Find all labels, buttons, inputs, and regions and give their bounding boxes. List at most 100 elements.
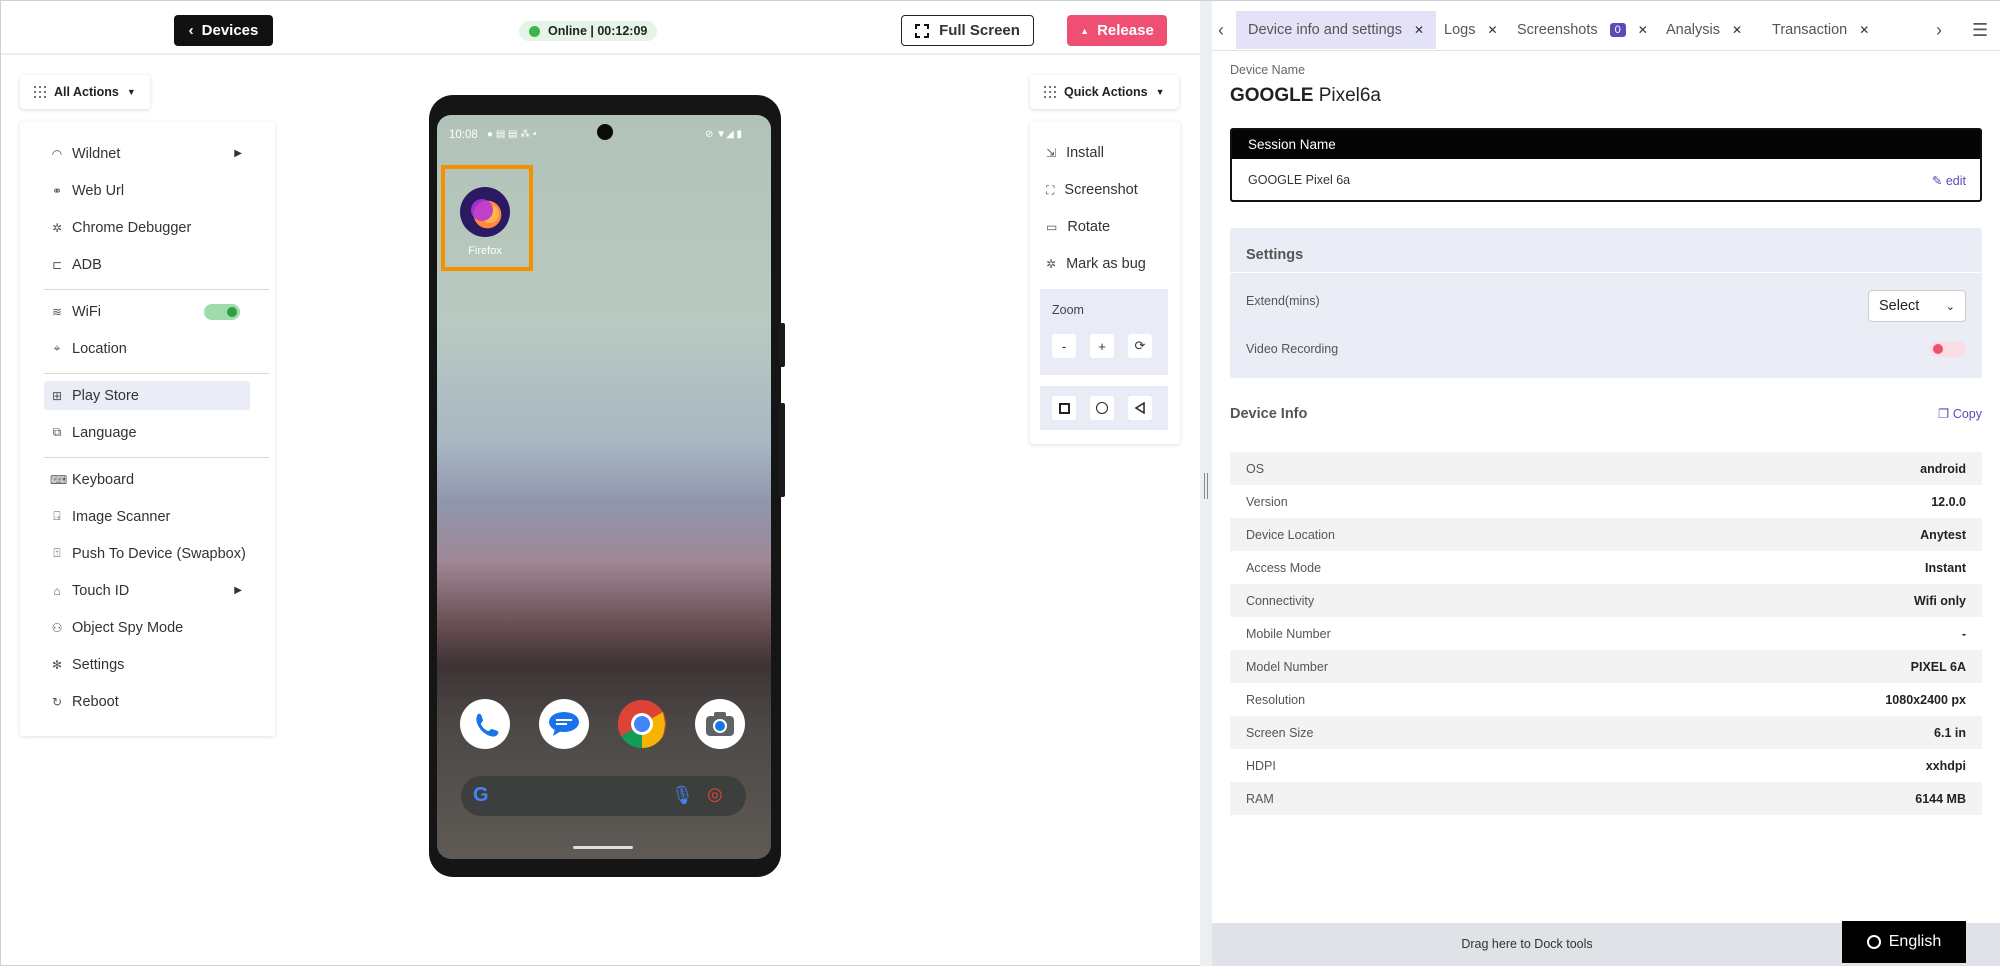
menu-item-language[interactable]: ⧉ Language <box>44 418 250 447</box>
close-icon[interactable]: ✕ <box>1487 23 1497 37</box>
close-icon[interactable]: ✕ <box>1859 23 1869 37</box>
full-screen-button[interactable]: Full Screen <box>901 15 1034 46</box>
close-icon[interactable]: ✕ <box>1414 23 1424 37</box>
lens-icon[interactable]: ◎ <box>707 784 723 805</box>
tab-analysis[interactable]: Analysis ✕ <box>1654 11 1754 49</box>
menu-item-label: Touch ID <box>72 582 130 599</box>
zoom-controls: Zoom - + ⟳ <box>1040 289 1168 375</box>
menu-item-chrome-debugger[interactable]: ✲ Chrome Debugger <box>44 213 250 242</box>
device-name: GOOGLE Pixel6a <box>1230 85 1381 107</box>
table-row: Device Location Anytest <box>1230 518 1982 551</box>
menu-item-wildnet[interactable]: ◠ Wildnet ▶ <box>44 139 250 168</box>
table-row: RAM 6144 MB <box>1230 782 1982 815</box>
full-screen-label: Full Screen <box>939 22 1020 39</box>
quick-actions-dropdown[interactable]: Quick Actions ▼ <box>1030 75 1179 109</box>
settings-card: Settings Extend(mins) Select ⌄ Video Rec… <box>1230 228 1982 378</box>
menu-item-object-spy[interactable]: ⚇ Object Spy Mode <box>44 613 250 642</box>
screenshot-icon: ⛶ <box>1046 182 1055 197</box>
screenshot-button[interactable]: ⛶ Screenshot <box>1046 177 1138 203</box>
firefox-app-icon[interactable] <box>460 187 510 237</box>
microphone-icon[interactable]: 🎙 <box>671 785 694 806</box>
video-recording-toggle[interactable] <box>1930 341 1966 357</box>
zoom-out-button[interactable]: - <box>1052 334 1076 358</box>
tabs-scroll-left[interactable]: ‹ <box>1212 11 1236 49</box>
mark-as-bug-button[interactable]: ✲ Mark as bug <box>1046 251 1146 277</box>
menu-item-label: Wildnet <box>72 145 121 162</box>
menu-item-wifi[interactable]: ≋ WiFi <box>44 297 250 326</box>
back-button[interactable] <box>1128 396 1152 420</box>
info-value: Instant <box>1925 560 1966 575</box>
recents-button[interactable] <box>1052 396 1076 420</box>
rotate-button[interactable]: ▭ Rotate <box>1046 214 1110 240</box>
wifi-toggle[interactable] <box>204 303 240 320</box>
close-icon[interactable]: ✕ <box>1638 23 1648 37</box>
phone-app-icon[interactable] <box>460 699 510 749</box>
table-row: Connectivity Wifi only <box>1230 584 1982 617</box>
splitter-handle[interactable] <box>1204 473 1208 499</box>
info-key: Resolution <box>1246 692 1306 707</box>
edit-label: edit <box>1945 174 1966 188</box>
tabs-menu-button[interactable]: ☰ <box>1964 11 1996 49</box>
online-dot-icon <box>529 25 540 37</box>
edit-session-button[interactable]: ✎ edit <box>1932 173 1966 188</box>
chrome-app-icon[interactable] <box>617 699 667 749</box>
devices-back-button[interactable]: ‹ Devices <box>174 15 273 46</box>
install-label: Install <box>1066 145 1104 161</box>
google-search-bar[interactable]: G 🎙 ◎ <box>461 776 746 816</box>
messages-app-icon[interactable] <box>539 699 589 749</box>
tab-label: Analysis <box>1666 22 1720 38</box>
language-icon <box>1866 935 1881 949</box>
language-label: English <box>1888 933 1942 950</box>
gesture-bar[interactable] <box>573 846 633 849</box>
tab-transaction[interactable]: Transaction ✕ <box>1760 11 1881 49</box>
all-actions-dropdown[interactable]: All Actions ▼ <box>20 75 150 109</box>
tab-label: Logs <box>1444 22 1476 38</box>
grid-icon <box>34 86 46 98</box>
release-button[interactable]: ▲ Release <box>1067 15 1167 46</box>
menu-item-adb[interactable]: ⊏ ADB <box>44 250 250 279</box>
menu-item-settings[interactable]: ✻ Settings <box>44 650 250 679</box>
tabs-scroll-right[interactable]: › <box>1928 11 1950 49</box>
bug-icon: ✲ <box>1046 257 1057 271</box>
device-screen[interactable]: 10:08 ● ▤ ▤ ⁂ • ⊘ ▼◢ ▮ Firefox G 🎙 ◎ <box>437 115 771 859</box>
menu-item-push-to-device[interactable]: ⍐ Push To Device (Swapbox) <box>44 539 250 568</box>
app-label: Firefox <box>468 245 502 257</box>
copy-label: Copy <box>1952 407 1982 421</box>
quick-actions-panel: ⇲ Install ⛶ Screenshot ▭ Rotate ✲ Mark a… <box>1030 122 1180 444</box>
language-button[interactable]: English <box>1842 921 1966 963</box>
menu-item-touch-id[interactable]: ⌂ Touch ID ▶ <box>44 576 250 605</box>
camera-app-icon[interactable] <box>695 699 745 749</box>
menu-item-location[interactable]: ⌖ Location <box>44 334 250 363</box>
caret-down-icon: ▼ <box>1155 87 1165 97</box>
menu-item-label: Reboot <box>72 693 119 710</box>
tab-screenshots[interactable]: Screenshots 0 ✕ <box>1505 11 1660 49</box>
bug-icon: ✲ <box>51 220 63 235</box>
zoom-in-button[interactable]: + <box>1090 334 1114 358</box>
home-button[interactable] <box>1090 396 1114 420</box>
link-icon: ⚭ <box>51 183 63 198</box>
mark-as-bug-label: Mark as bug <box>1066 256 1146 272</box>
device-info-table: OS android Version 12.0.0 Device Location A… <box>1230 452 1982 815</box>
menu-item-web-url[interactable]: ⚭ Web Url <box>44 176 250 205</box>
install-button[interactable]: ⇲ Install <box>1046 140 1104 166</box>
menu-item-play-store[interactable]: ⊞ Play Store <box>44 381 250 410</box>
zoom-reset-button[interactable]: ⟳ <box>1128 334 1152 358</box>
status-bar-time: 10:08 <box>449 129 478 141</box>
extend-select[interactable]: Select ⌄ <box>1868 290 1966 322</box>
tab-device-info[interactable]: Device info and settings ✕ <box>1236 11 1437 49</box>
tab-logs[interactable]: Logs ✕ <box>1432 11 1510 49</box>
system-status-icons: ⊘ ▼◢ ▮ <box>705 129 743 140</box>
hamburger-icon: ☰ <box>1972 19 1989 40</box>
copy-button[interactable]: ❐ Copy <box>1938 406 1982 421</box>
top-bar: ‹ Devices Online | 00:12:09 Full Screen … <box>1 1 1201 55</box>
menu-item-image-scanner[interactable]: ⍈ Image Scanner <box>44 502 250 531</box>
close-icon[interactable]: ✕ <box>1732 23 1742 37</box>
info-key: OS <box>1246 461 1265 476</box>
menu-item-reboot[interactable]: ↻ Reboot <box>44 687 250 716</box>
info-key: HDPI <box>1246 758 1276 773</box>
volume-button <box>779 323 785 367</box>
info-key: Mobile Number <box>1246 626 1331 641</box>
menu-item-keyboard[interactable]: ⌨ Keyboard <box>44 465 250 494</box>
terminal-icon: ⊏ <box>51 257 63 272</box>
session-name-value: GOOGLE Pixel 6a <box>1248 173 1351 187</box>
